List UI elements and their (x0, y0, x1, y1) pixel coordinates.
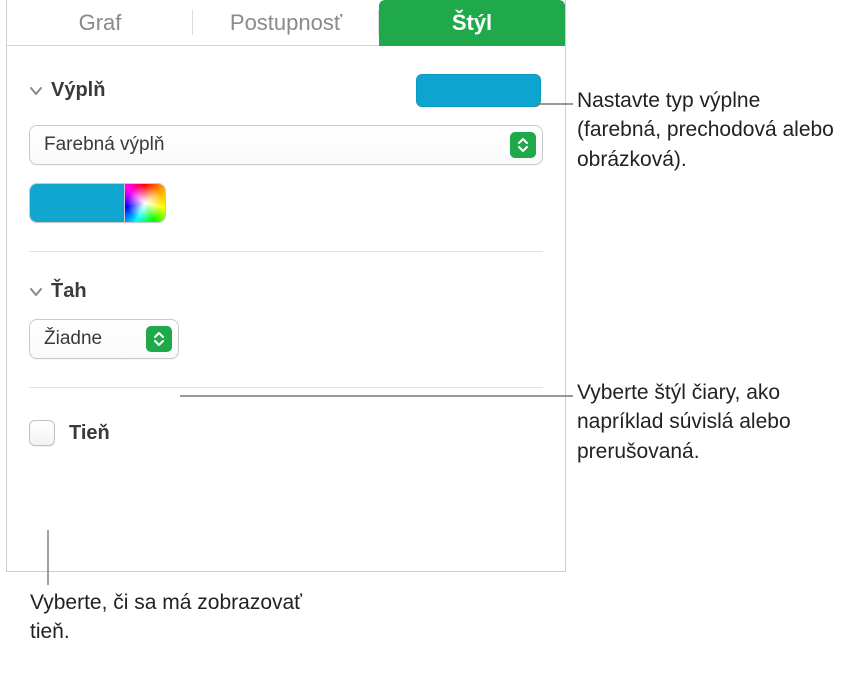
tab-styl[interactable]: Štýl (379, 0, 565, 46)
style-inspector-panel: Graf Postupnosť Štýl Výplň Farebná výplň (6, 0, 566, 572)
stroke-row: Žiadne (29, 319, 543, 359)
tab-postupnost[interactable]: Postupnosť (193, 0, 379, 45)
callout-stroke: Vyberte štýl čiary, ako napríklad súvisl… (577, 378, 837, 466)
tab-label: Graf (79, 10, 122, 36)
updown-icon (146, 326, 172, 352)
stroke-style-select[interactable]: Žiadne (29, 319, 179, 359)
inspector-tabs: Graf Postupnosť Štýl (7, 0, 565, 46)
section-stroke: Ťah Žiadne (7, 280, 565, 388)
section-header-fill: Výplň (29, 74, 543, 107)
current-color-swatch[interactable] (30, 184, 125, 222)
fill-color-row (29, 183, 543, 223)
color-wheel-icon[interactable] (125, 184, 165, 222)
section-header-stroke: Ťah (29, 280, 543, 303)
section-title-stroke: Ťah (51, 280, 87, 303)
divider (29, 251, 543, 252)
updown-icon (510, 132, 536, 158)
chevron-down-icon[interactable] (29, 285, 43, 299)
fill-color-swatch[interactable] (416, 74, 541, 107)
section-title-fill: Výplň (51, 79, 105, 102)
fill-type-label: Farebná výplň (44, 134, 164, 156)
chevron-down-icon[interactable] (29, 84, 43, 98)
callout-shadow: Vyberte, či sa má zobrazovať tieň. (30, 588, 330, 647)
callout-fill: Nastavte typ výplne (farebná, prechodová… (577, 86, 837, 174)
divider (29, 387, 543, 388)
tab-label: Štýl (452, 10, 492, 36)
section-shadow: Tieň (7, 420, 565, 446)
stroke-style-label: Žiadne (44, 328, 102, 350)
section-title-shadow: Tieň (69, 422, 110, 445)
shadow-checkbox[interactable] (29, 420, 55, 446)
fill-color-picker[interactable] (29, 183, 166, 223)
tab-graf[interactable]: Graf (7, 0, 193, 45)
section-fill: Výplň Farebná výplň (7, 74, 565, 252)
tab-label: Postupnosť (230, 10, 342, 36)
shadow-row: Tieň (29, 420, 543, 446)
fill-type-select[interactable]: Farebná výplň (29, 125, 543, 165)
fill-title-wrap: Výplň (29, 79, 105, 102)
